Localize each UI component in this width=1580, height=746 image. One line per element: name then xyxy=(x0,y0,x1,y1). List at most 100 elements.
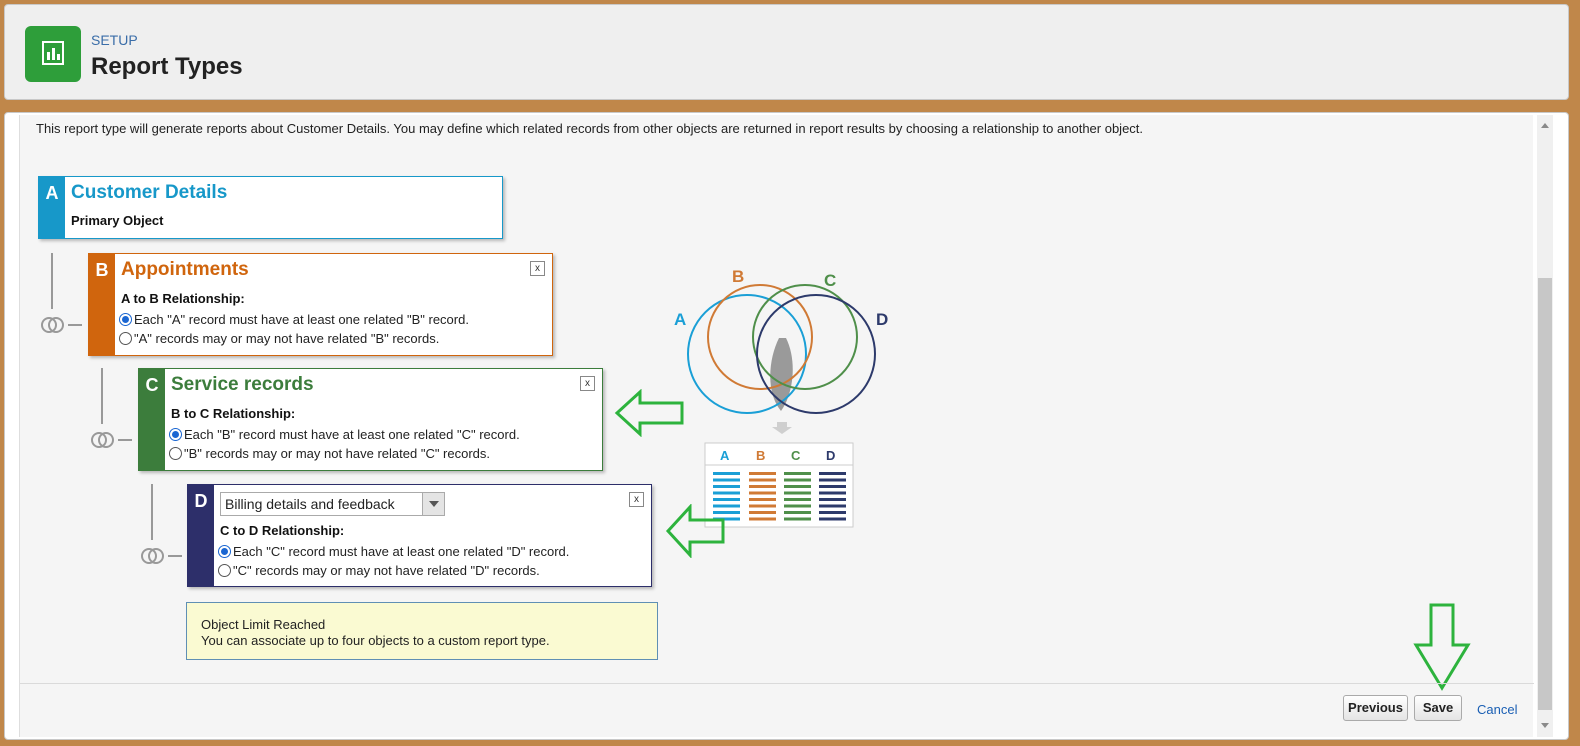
remove-object-c-button[interactable]: x xyxy=(580,376,595,391)
object-c-name: Service records xyxy=(171,374,314,395)
object-d-letter: D xyxy=(188,485,214,586)
footer-divider xyxy=(20,683,1534,684)
venn-label-a: A xyxy=(674,310,686,329)
option-d-required-label: Each "C" record must have at least one r… xyxy=(233,544,570,559)
object-limit-message: You can associate up to four objects to … xyxy=(201,633,550,648)
result-table-stripe xyxy=(784,491,811,495)
object-a-letter: A xyxy=(39,177,65,238)
result-table-stripe xyxy=(784,485,811,488)
result-table-stripe xyxy=(749,472,776,475)
venn-label-b: B xyxy=(732,267,744,286)
remove-object-d-button[interactable]: x xyxy=(629,492,644,507)
object-d-select[interactable]: Billing details and feedback xyxy=(220,492,445,516)
object-b-option-required[interactable]: Each "A" record must have at least one r… xyxy=(119,312,469,327)
content-area: This report type will generate reports a… xyxy=(19,115,1534,737)
option-d-optional-label: "C" records may or may not have related … xyxy=(233,563,540,578)
result-table-stripe xyxy=(749,478,776,482)
down-arrow-icon xyxy=(772,422,792,434)
radio-c-required[interactable] xyxy=(169,428,182,441)
radio-b-required[interactable] xyxy=(119,313,132,326)
venn-label-d: D xyxy=(876,310,888,329)
object-d-option-optional[interactable]: "C" records may or may not have related … xyxy=(218,563,540,578)
result-table-stripe xyxy=(819,478,846,482)
result-table-stripe xyxy=(713,491,740,495)
option-b-required-label: Each "A" record must have at least one r… xyxy=(134,312,469,327)
result-table-header-d: D xyxy=(826,448,835,463)
object-d-select-value: Billing details and feedback xyxy=(225,496,395,512)
option-c-optional-label: "B" records may or may not have related … xyxy=(184,446,491,461)
object-limit-title: Object Limit Reached xyxy=(201,617,326,632)
annotation-arrow-left-1 xyxy=(614,389,684,437)
join-icon-d xyxy=(141,484,182,564)
result-table-stripe xyxy=(749,491,776,495)
object-b-letter: B xyxy=(89,254,115,355)
remove-object-b-button[interactable]: x xyxy=(530,261,545,276)
join-icon-c xyxy=(91,368,132,448)
result-table-stripe xyxy=(819,485,846,488)
result-table-stripe xyxy=(819,472,846,475)
chevron-down-icon[interactable] xyxy=(422,493,444,515)
result-table-stripe xyxy=(819,498,846,501)
object-d-option-required[interactable]: Each "C" record must have at least one r… xyxy=(218,544,569,559)
object-a-role: Primary Object xyxy=(71,213,164,228)
object-d-box: D Billing details and feedback x C to D … xyxy=(187,484,652,587)
scrollbar-thumb[interactable] xyxy=(1538,278,1552,710)
venn-diagram-illustration: A B C D A B C D xyxy=(674,267,888,528)
join-icon-b xyxy=(41,253,82,333)
option-c-required-label: Each "B" record must have at least one r… xyxy=(184,427,520,442)
page-header: SETUP Report Types xyxy=(4,4,1569,100)
result-table-stripe xyxy=(713,498,740,501)
result-table-stripe xyxy=(749,504,776,508)
result-table-header-c: C xyxy=(791,448,801,463)
object-c-letter: C xyxy=(139,369,165,470)
result-table-stripe xyxy=(713,472,740,475)
page-eyebrow: SETUP xyxy=(91,32,138,48)
radio-d-required[interactable] xyxy=(218,545,231,558)
result-table-stripe xyxy=(784,504,811,508)
radio-d-optional[interactable] xyxy=(218,564,231,577)
venn-label-c: C xyxy=(824,271,836,290)
object-a-name: Customer Details xyxy=(71,182,228,203)
page-title: Report Types xyxy=(91,53,243,80)
result-table-header-b: B xyxy=(756,448,765,463)
object-limit-notice: Object Limit Reached You can associate u… xyxy=(186,602,658,660)
scroll-up-arrow-icon[interactable] xyxy=(1541,123,1549,128)
result-table-stripe xyxy=(749,517,776,521)
main-panel: This report type will generate reports a… xyxy=(4,112,1569,740)
object-c-box: C Service records x B to C Relationship:… xyxy=(138,368,603,471)
report-chart-icon xyxy=(25,26,81,82)
object-d-relationship-label: C to D Relationship: xyxy=(220,523,345,538)
result-table-stripe xyxy=(819,491,846,495)
result-table-stripe xyxy=(713,478,740,482)
result-table-stripe xyxy=(819,504,846,508)
result-table-stripe xyxy=(819,517,846,521)
radio-c-optional[interactable] xyxy=(169,447,182,460)
object-a-box: A Customer Details Primary Object xyxy=(38,176,503,239)
result-table-stripe xyxy=(784,472,811,475)
result-table-stripe xyxy=(749,511,776,514)
result-table-stripe xyxy=(819,511,846,514)
result-table-stripe xyxy=(749,485,776,488)
cancel-link[interactable]: Cancel xyxy=(1477,702,1517,717)
object-b-box: B Appointments x A to B Relationship: Ea… xyxy=(88,253,553,356)
object-c-option-optional[interactable]: "B" records may or may not have related … xyxy=(169,446,490,461)
result-table-stripe xyxy=(784,498,811,501)
object-c-option-required[interactable]: Each "B" record must have at least one r… xyxy=(169,427,520,442)
report-type-description: This report type will generate reports a… xyxy=(36,121,1144,136)
venn-intersection xyxy=(770,338,793,411)
result-table-header-a: A xyxy=(720,448,730,463)
result-table-stripe xyxy=(713,485,740,488)
object-b-relationship-label: A to B Relationship: xyxy=(121,291,245,306)
object-b-option-optional[interactable]: "A" records may or may not have related … xyxy=(119,331,439,346)
object-c-relationship-label: B to C Relationship: xyxy=(171,406,296,421)
annotation-arrow-down xyxy=(1413,603,1471,691)
object-b-name: Appointments xyxy=(121,259,249,280)
result-table-stripe xyxy=(784,511,811,514)
save-button[interactable]: Save xyxy=(1414,695,1462,721)
previous-button[interactable]: Previous xyxy=(1343,695,1408,721)
scroll-down-arrow-icon[interactable] xyxy=(1541,723,1549,728)
annotation-arrow-left-2 xyxy=(665,504,725,558)
radio-b-optional[interactable] xyxy=(119,332,132,345)
option-b-optional-label: "A" records may or may not have related … xyxy=(134,331,440,346)
result-table-stripe xyxy=(749,498,776,501)
